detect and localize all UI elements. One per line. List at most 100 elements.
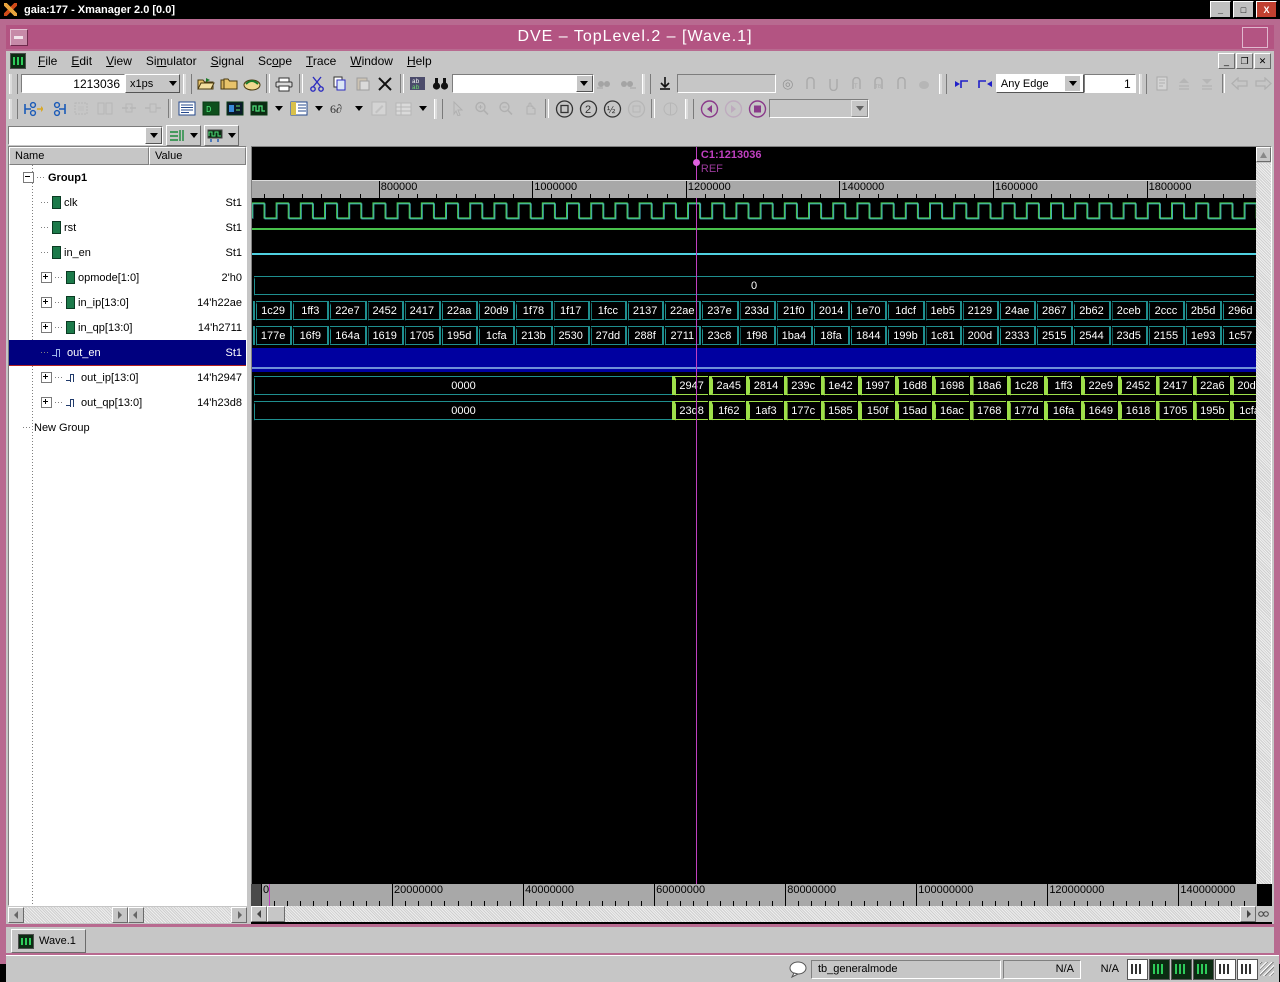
menu-item-signal[interactable]: Signal <box>204 52 251 70</box>
compare-dropdown[interactable] <box>351 99 367 119</box>
wave-row-in_ip130[interactable]: 1c29 1ff3 22e7 2452 2417 22aa 20d9 1f78 1f17 1fcc… <box>252 298 1258 323</box>
signal-row-out_en[interactable]: out_en St1 <box>9 340 246 365</box>
source-view-icon[interactable]: D <box>200 98 222 119</box>
overview-area[interactable]: 0 20000000 40000000 60000000 80000000 1000000… <box>251 884 1272 924</box>
toolbar2-grip-2[interactable] <box>434 98 443 119</box>
xmanager-minimize-button[interactable]: _ <box>1210 1 1231 18</box>
bottom-scope-icon[interactable]: TB <box>868 73 889 94</box>
wave-row-out_qp130[interactable]: 0000 23d8 1f62 1af3 177c 1585 150f 15ad 16ac 1768… <box>252 398 1258 423</box>
wave-row-in_en[interactable] <box>252 248 1258 273</box>
menu-item-scope[interactable]: Scope <box>251 52 299 70</box>
add-signal-icon[interactable] <box>22 98 44 119</box>
zoom-in-icon[interactable] <box>471 98 493 119</box>
open-database-icon[interactable] <box>219 73 240 94</box>
expand-down-icon[interactable] <box>1197 73 1218 94</box>
top-scope-icon[interactable]: T <box>846 73 867 94</box>
wave-status-icon[interactable] <box>1193 958 1214 980</box>
signal-row-out_qp130[interactable]: out_qp[13:0] 14'h23d8 <box>9 390 246 415</box>
signal-filter-input[interactable] <box>8 125 163 145</box>
note-icon[interactable] <box>1151 73 1172 94</box>
memory-view-dropdown[interactable] <box>311 99 327 119</box>
next-edge-icon[interactable] <box>974 73 995 94</box>
zoom-fit-icon[interactable] <box>553 98 575 119</box>
expand-icon[interactable] <box>41 297 52 308</box>
download-icon[interactable] <box>655 73 676 94</box>
pan-icon[interactable] <box>519 98 541 119</box>
wave-scroll-right-button[interactable] <box>1240 906 1256 922</box>
toolbar2-grip-3[interactable] <box>685 98 694 119</box>
current-time-field[interactable]: 1213036 <box>20 74 125 93</box>
source-status-icon[interactable] <box>1149 958 1170 980</box>
search-input[interactable] <box>452 74 594 93</box>
wave-row-opmode10[interactable]: 0 <box>252 273 1258 298</box>
signal-row-new-group[interactable]: New Group <box>9 415 246 440</box>
compare-wave-icon[interactable] <box>659 98 681 119</box>
delete-icon[interactable] <box>375 73 396 94</box>
edge-count-field[interactable]: 1 <box>1084 74 1136 93</box>
scroll-right-button-2[interactable] <box>231 907 247 923</box>
toolbar-grip-5[interactable] <box>1138 73 1148 94</box>
waveform-vscrollbar[interactable] <box>1256 147 1271 905</box>
mdi-close-button[interactable]: ✕ <box>1254 53 1271 69</box>
collapse-icon[interactable] <box>118 98 140 119</box>
system-menu-icon[interactable] <box>10 28 28 46</box>
find-signal-icon[interactable]: ab ab <box>408 73 429 94</box>
find-prev-icon[interactable] <box>595 73 616 94</box>
wave-scroll-left-button[interactable] <box>251 906 267 922</box>
paste-icon[interactable] <box>352 73 373 94</box>
scroll-right-button[interactable] <box>111 907 128 923</box>
table-icon[interactable] <box>392 98 414 119</box>
message-bubble-icon[interactable] <box>787 959 809 979</box>
wave-scroll-up-button[interactable] <box>1256 147 1271 162</box>
cut-icon[interactable] <box>307 73 328 94</box>
signal-row-rst[interactable]: rst St1 <box>9 215 246 240</box>
wave-row-out_ip130[interactable]: 0000 2947 2a45 2814 239c 1e42 1997 16d8 1698 18a6… <box>252 373 1258 398</box>
xmanager-maximize-button[interactable]: □ <box>1233 1 1254 18</box>
xmanager-close-button[interactable]: X <box>1256 1 1277 18</box>
time-unit-combo[interactable]: x1ps <box>125 74 181 93</box>
compare-icon[interactable]: 6∂ <box>328 98 350 119</box>
menu-item-help[interactable]: Help <box>400 52 439 70</box>
toolbar-grip-2[interactable] <box>183 73 192 94</box>
signal-row-in_qp130[interactable]: in_qp[13:0] 14'h2711 <box>9 315 246 340</box>
prev-edge-icon[interactable] <box>951 73 972 94</box>
wave-app-icon[interactable] <box>10 53 26 69</box>
print-icon[interactable] <box>274 73 295 94</box>
edge-mode-combo[interactable]: Any Edge <box>995 74 1085 93</box>
zoom-out-icon[interactable] <box>495 98 517 119</box>
overview-ruler[interactable]: 0 20000000 40000000 60000000 80000000 1000000… <box>261 884 1257 906</box>
expand-icon[interactable] <box>41 322 52 333</box>
forward-arrow-icon[interactable] <box>1252 73 1273 94</box>
menu-item-window[interactable]: Window <box>343 52 400 70</box>
hand-scope-icon[interactable] <box>914 73 935 94</box>
menu-item-trace[interactable]: Trace <box>299 52 343 70</box>
collapse-icon[interactable] <box>23 172 34 183</box>
remove-signal-icon[interactable] <box>46 98 68 119</box>
open-file-icon[interactable] <box>196 73 217 94</box>
waveform-group-dropdown[interactable] <box>225 127 238 144</box>
memory-status-icon[interactable] <box>1215 958 1236 980</box>
mdi-minimize-button[interactable]: _ <box>1218 53 1235 69</box>
sort-signals-button[interactable] <box>166 124 201 146</box>
signal-row-in_en[interactable]: in_en St1 <box>9 240 246 265</box>
prev-cursor-icon[interactable] <box>698 98 720 119</box>
expand-icon[interactable] <box>41 272 52 283</box>
table-dropdown[interactable] <box>415 99 431 119</box>
menu-item-file[interactable]: File <box>31 52 64 70</box>
scroll-track-left-2[interactable] <box>143 907 231 923</box>
wave-row-out_en[interactable] <box>252 348 1258 373</box>
signal-list-hscrollbar[interactable] <box>8 907 247 923</box>
time-ruler[interactable]: 800000 1000000 1200000 1400000 1600000 180000… <box>252 180 1258 199</box>
wave-hscroll-thumb[interactable] <box>267 906 285 922</box>
menu-item-view[interactable]: View <box>99 52 139 70</box>
toolbar-grip-3[interactable] <box>642 73 651 94</box>
edit-status-icon[interactable] <box>1237 958 1258 980</box>
schematic-status-icon[interactable] <box>1171 958 1192 980</box>
cursor-line[interactable] <box>695 198 697 891</box>
signal-row-in_ip130[interactable]: in_ip[13:0] 14'h22ae <box>9 290 246 315</box>
menu-item-edit[interactable]: Edit <box>64 52 99 70</box>
signal-row-out_ip130[interactable]: out_ip[13:0] 14'h2947 <box>9 365 246 390</box>
prev-scope-icon[interactable] <box>891 73 912 94</box>
toolbar-grip[interactable] <box>9 73 18 94</box>
window-resize-grip[interactable] <box>1260 962 1274 976</box>
